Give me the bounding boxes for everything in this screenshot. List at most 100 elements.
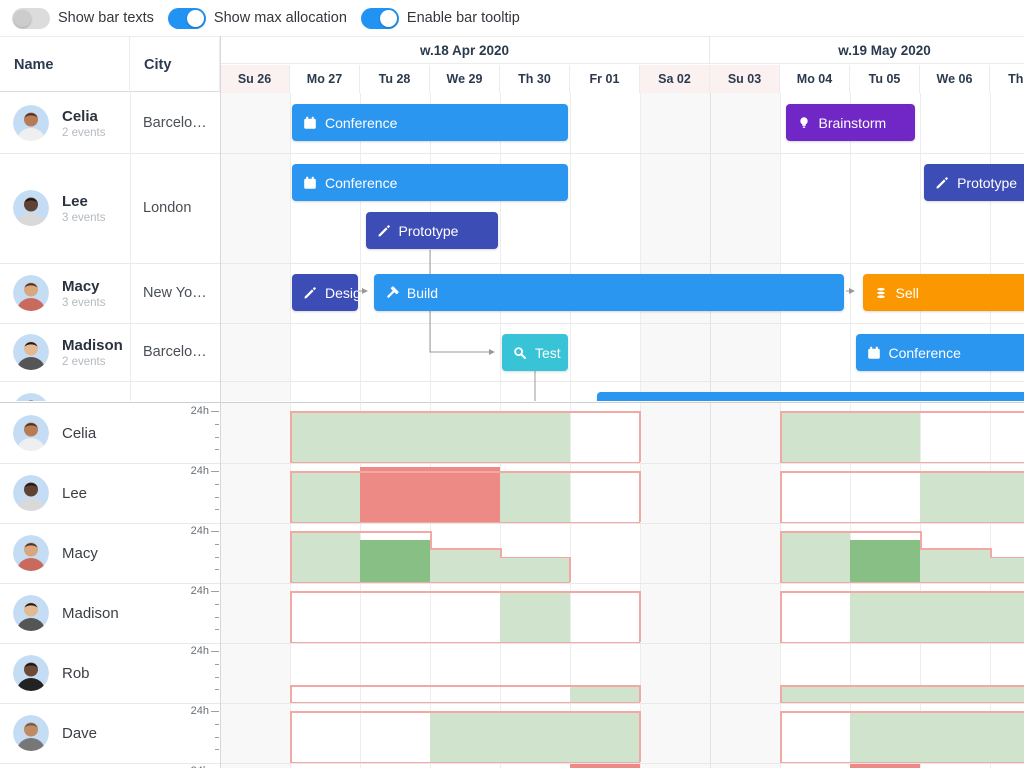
max-allocation-line [780,411,1024,413]
max-allocation-edge [290,471,292,522]
histogram-bar-normal [780,685,1024,702]
day-header-we-06[interactable]: We 06 [920,65,990,93]
city-cell-lee[interactable]: London [130,153,220,263]
day-header-th-30[interactable]: Th 30 [500,65,570,93]
event-label: Conference [889,345,961,361]
event-bar-conference[interactable]: Conference [292,104,568,141]
day-header-fr-01[interactable]: Fr 01 [570,65,640,93]
axis-tick [215,689,219,690]
event-label: Design [325,285,358,301]
histogram-bar-over [360,467,500,522]
event-bar-item[interactable] [597,392,1024,401]
day-header-su-26[interactable]: Su 26 [220,65,290,93]
day-header-su-03[interactable]: Su 03 [710,65,780,93]
resource-name: Celia [62,108,105,125]
axis-tick [211,651,219,652]
axis-tick [211,411,219,412]
avatar [13,190,49,226]
toggle-show-max-allocation[interactable] [168,8,206,29]
histogram-bar-normal [290,411,570,462]
event-bar-conference[interactable]: Conference [856,334,1024,371]
city-cell-celia[interactable]: Barcelo… [130,93,220,153]
search-icon [513,346,527,360]
resource-row-rob[interactable]: Rob [0,381,130,401]
day-header-tu-05[interactable]: Tu 05 [850,65,920,93]
axis-tick [215,424,219,425]
timeline-header: Name City w.18 Apr 2020w.19 May 2020 Su 2… [0,36,1024,92]
grid-corner-header: Name City [0,37,220,93]
max-allocation-line [920,548,990,550]
columns-splitter[interactable] [220,36,221,768]
toggle-label: Enable bar tooltip [407,10,520,26]
histogram-bar-normal [780,531,850,582]
axis-tick [215,629,219,630]
column-header-name[interactable]: Name [0,37,130,93]
event-label: Conference [325,175,397,191]
day-header-tu-28[interactable]: Tu 28 [360,65,430,93]
max-allocation-edge [780,591,782,642]
day-header-mo-27[interactable]: Mo 27 [290,65,360,93]
histogram-bar-normal [570,685,640,702]
resource-row-madison[interactable]: Madison2 events [0,323,130,381]
histogram-resource-name: Lee [62,485,87,502]
event-bar-design[interactable]: Design [292,274,358,311]
resource-event-count: 2 events [62,127,105,139]
max-allocation-edge [780,685,782,702]
avatar [13,655,49,691]
resource-row-lee[interactable]: Lee3 events [0,153,130,263]
city-column-divider [130,93,131,401]
resource-name: Macy [62,278,105,295]
event-bar-build[interactable]: Build [374,274,845,311]
event-bar-sell[interactable]: Sell [863,274,1024,311]
max-allocation-edge [639,591,641,642]
axis-tick [215,724,219,725]
day-header-th-07[interactable]: Th 07 [990,65,1024,93]
axis-tick [215,737,219,738]
city-cell-macy[interactable]: New Yo… [130,263,220,323]
scheduler-panel: Celia2 eventsBarcelo…Lee3 eventsLondonMa… [0,93,1024,401]
resource-texts: Lee3 events [62,193,105,224]
toggle-knob [380,10,397,27]
row-separator [0,381,1024,382]
histogram-resource-name: Dave [62,725,97,742]
day-header-sa-02[interactable]: Sa 02 [640,65,710,93]
max-allocation-edge [780,531,782,582]
event-bar-conference[interactable]: Conference [292,164,568,201]
histogram-bar-normal [920,471,1024,522]
day-grid-line [640,93,641,401]
max-allocation-baseline [290,702,640,703]
week-header-w-18-apr-2020[interactable]: w.18 Apr 2020 [220,37,710,64]
weekend-column-shading [220,93,290,401]
avatar [13,275,49,311]
max-allocation-step [920,531,922,550]
toggle-show-bar-texts[interactable] [12,8,50,29]
histogram-bar-normal [850,711,1024,762]
event-bar-prototype[interactable]: Prototype [924,164,1024,201]
max-allocation-line [290,711,640,713]
axis-tick [215,484,219,485]
axis-tick [211,711,219,712]
calendar-icon [303,116,317,130]
column-header-city[interactable]: City [130,37,220,93]
toolbar-item-enable-bar-tooltip: Enable bar tooltip [361,8,520,29]
max-allocation-baseline [780,582,1024,583]
avatar [13,595,49,631]
avatar [13,475,49,511]
week-header-w-19-may-2020[interactable]: w.19 May 2020 [710,37,1024,64]
toggle-enable-bar-tooltip[interactable] [361,8,399,29]
scheduler-pro-app: Show bar textsShow max allocationEnable … [0,0,1024,768]
max-allocation-line [430,548,500,550]
max-allocation-baseline [780,702,1024,703]
resource-row-celia[interactable]: Celia 2 events [0,93,130,153]
city-cell-madison[interactable]: Barcelo… [130,323,220,381]
resource-row-macy[interactable]: Macy3 events [0,263,130,323]
day-header-we-29[interactable]: We 29 [430,65,500,93]
max-allocation-edge [290,591,292,642]
day-header-mo-04[interactable]: Mo 04 [780,65,850,93]
axis-label-24h: 24h [185,525,209,537]
max-allocation-baseline [780,462,1024,463]
axis-tick [215,569,219,570]
event-bar-brainstorm[interactable]: Brainstorm [786,104,915,141]
event-bar-test[interactable]: Test [502,334,568,371]
event-bar-prototype[interactable]: Prototype [366,212,499,249]
